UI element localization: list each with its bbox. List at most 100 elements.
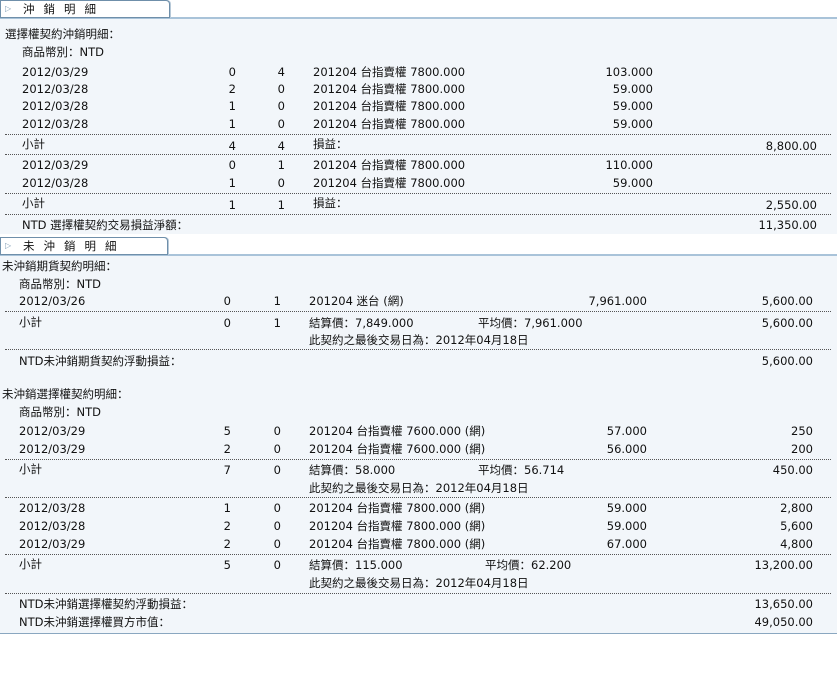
open-panel-bottom-border — [0, 633, 837, 634]
open-subtotal-amount: 13,200.00 — [754, 558, 813, 572]
closed-subtotal-qty2: 1 — [277, 198, 285, 212]
open-row-product: 201204 迷台 (網) — [309, 294, 404, 308]
open-subtotal-amount: 5,600.00 — [761, 316, 813, 330]
open-subtotal-settle: 結算價：58.000 — [309, 463, 396, 477]
open-row-product: 201204 台指賣權 7600.000 (網) — [309, 442, 486, 456]
open-futures-float-amount: 5,600.00 — [761, 354, 813, 368]
dotted-divider — [5, 349, 831, 350]
open-row-price: 59.000 — [606, 501, 647, 515]
closed-row-qty1: 1 — [228, 117, 236, 131]
closed-row-qty1: 0 — [228, 65, 236, 79]
closed-row-qty2: 0 — [277, 176, 285, 190]
open-futures-title: 未沖銷期貨契約明細： — [2, 259, 117, 273]
open-row-amount: 2,800 — [780, 501, 813, 515]
open-subtotal-avg: 平均價：62.200 — [485, 558, 572, 572]
open-row-product: 201204 台指賣權 7800.000 (網) — [309, 519, 486, 533]
closed-subtotal-label: 小計 — [22, 196, 45, 210]
open-row-product: 201204 台指賣權 7800.000 (網) — [309, 537, 486, 551]
open-row-date: 2012/03/29 — [19, 424, 86, 438]
closed-subtotal-qty1: 4 — [228, 139, 236, 153]
open-row-amount: 250 — [791, 424, 813, 438]
closed-row-date: 2012/03/29 — [22, 65, 89, 79]
open-subtotal-amount: 450.00 — [772, 463, 813, 477]
open-subtotal-last-day: 此契約之最後交易日為：2012年04月18日 — [309, 333, 529, 347]
open-row-qty2: 0 — [273, 442, 281, 456]
closed-row-date: 2012/03/29 — [22, 158, 89, 172]
closed-row-price: 59.000 — [612, 117, 653, 131]
tab-open-details[interactable]: ▷ 未沖銷明細 — [0, 237, 168, 255]
open-subtotal-qty2: 0 — [273, 463, 281, 477]
open-subtotal-avg: 平均價：56.714 — [478, 463, 565, 477]
open-subtotal-last-day: 此契約之最後交易日為：2012年04月18日 — [309, 481, 529, 495]
open-subtotal-settle: 結算價：7,849.000 — [309, 316, 414, 330]
dotted-divider — [5, 193, 831, 194]
open-row-price: 7,961.000 — [588, 294, 647, 308]
tab-closed-details[interactable]: ▷ 沖銷明細 — [0, 0, 170, 18]
open-subtotal-settle: 結算價：115.000 — [309, 558, 403, 572]
closed-net-label: NTD 選擇權契約交易損益淨額： — [22, 218, 189, 232]
open-futures-float-label: NTD未沖銷期貨契約浮動損益： — [19, 354, 182, 368]
open-row-date: 2012/03/29 — [19, 442, 86, 456]
closed-row-qty1: 2 — [228, 82, 236, 96]
closed-row-date: 2012/03/28 — [22, 117, 89, 131]
closed-row-product: 201204 台指賣權 7800.000 — [313, 158, 466, 172]
closed-row-price: 59.000 — [612, 99, 653, 113]
closed-net-amount: 11,350.00 — [758, 218, 817, 232]
open-row-qty1: 1 — [223, 501, 231, 515]
open-options-market-value-label: NTD未沖銷選擇權買方市值： — [19, 615, 170, 629]
open-options-float-label: NTD未沖銷選擇權契約浮動損益： — [19, 597, 193, 611]
closed-row-qty1: 1 — [228, 176, 236, 190]
closed-row-qty1: 0 — [228, 158, 236, 172]
open-row-qty1: 2 — [223, 519, 231, 533]
closed-row-price: 59.000 — [612, 82, 653, 96]
closed-row-price: 110.000 — [605, 158, 653, 172]
open-options-title: 未沖銷選擇權契約明細： — [2, 387, 129, 401]
closed-row-qty2: 4 — [277, 65, 285, 79]
tab-closed-label: 沖銷明細 — [23, 2, 105, 16]
closed-section-title: 選擇權契約沖銷明細： — [5, 27, 120, 41]
expand-arrow-icon: ▷ — [5, 4, 12, 13]
closed-row-product: 201204 台指賣權 7800.000 — [313, 99, 466, 113]
closed-row-qty2: 0 — [277, 99, 285, 113]
closed-row-product: 201204 台指賣權 7800.000 — [313, 65, 466, 79]
closed-subtotal-pl-label: 損益： — [313, 137, 348, 151]
closed-row-qty1: 1 — [228, 99, 236, 113]
open-options-market-value-amount: 49,050.00 — [754, 615, 813, 629]
open-row-qty1: 2 — [223, 537, 231, 551]
tab-open-label: 未沖銷明細 — [23, 239, 126, 253]
closed-row-qty2: 1 — [277, 158, 285, 172]
closed-subtotal-qty1: 1 — [228, 198, 236, 212]
closed-row-price: 103.000 — [605, 65, 653, 79]
open-row-product: 201204 台指賣權 7600.000 (網) — [309, 424, 486, 438]
open-subtotal-label: 小計 — [19, 462, 42, 476]
closed-subtotal-pl-label: 損益： — [313, 196, 348, 210]
closed-row-date: 2012/03/28 — [22, 176, 89, 190]
closed-subtotal-amount: 8,800.00 — [765, 139, 817, 153]
closed-row-price: 59.000 — [612, 176, 653, 190]
dotted-divider — [5, 134, 831, 135]
open-subtotal-qty1: 5 — [223, 558, 231, 572]
dotted-divider — [5, 459, 831, 460]
open-futures-currency: 商品幣別：NTD — [19, 277, 101, 291]
closed-row-product: 201204 台指賣權 7800.000 — [313, 117, 466, 131]
open-subtotal-label: 小計 — [19, 315, 42, 329]
closed-subtotal-qty2: 4 — [277, 139, 285, 153]
expand-arrow-icon: ▷ — [5, 241, 12, 250]
open-row-price: 67.000 — [606, 537, 647, 551]
open-row-date: 2012/03/28 — [19, 519, 86, 533]
open-row-qty2: 0 — [273, 501, 281, 515]
closed-row-product: 201204 台指賣權 7800.000 — [313, 82, 466, 96]
dotted-divider — [5, 214, 831, 215]
open-row-price: 57.000 — [606, 424, 647, 438]
open-subtotal-qty2: 1 — [273, 316, 281, 330]
dotted-divider — [5, 593, 831, 594]
open-subtotal-qty1: 7 — [223, 463, 231, 477]
open-row-price: 59.000 — [606, 519, 647, 533]
open-row-amount: 4,800 — [780, 537, 813, 551]
dotted-divider — [5, 497, 831, 498]
open-options-currency: 商品幣別：NTD — [19, 405, 101, 419]
open-row-amount: 200 — [791, 442, 813, 456]
open-row-date: 2012/03/28 — [19, 501, 86, 515]
dotted-divider — [5, 554, 831, 555]
open-row-product: 201204 台指賣權 7800.000 (網) — [309, 501, 486, 515]
